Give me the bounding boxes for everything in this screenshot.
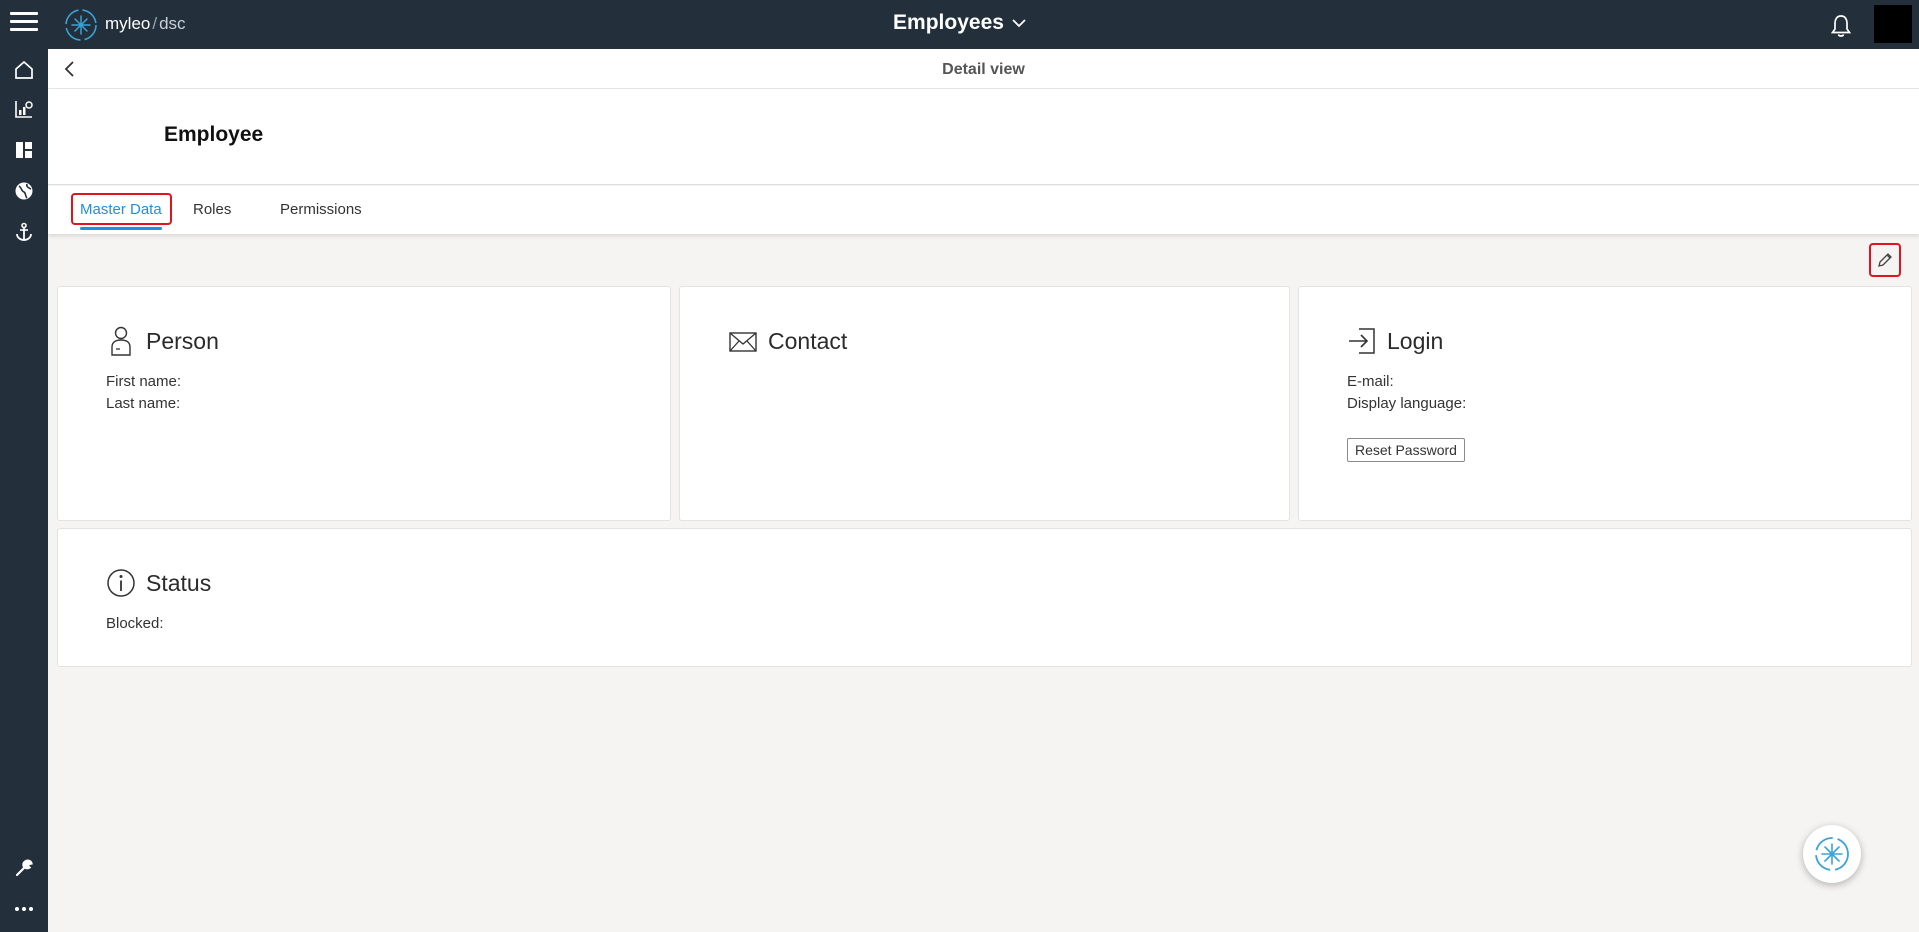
- tab-master-data[interactable]: Master Data: [80, 186, 162, 234]
- status-card: Status Blocked:: [57, 528, 1912, 667]
- nav-settings[interactable]: [0, 848, 48, 888]
- notification-bell-icon[interactable]: [1828, 13, 1854, 39]
- blocked-label: Blocked:: [106, 615, 164, 632]
- left-navigation-rail: [0, 49, 48, 932]
- person-icon: [111, 326, 131, 356]
- module-title-dropdown[interactable]: Employees: [893, 11, 1026, 35]
- display-language-label: Display language:: [1347, 395, 1467, 412]
- wrench-icon: [15, 859, 33, 877]
- card-title: Contact: [768, 327, 848, 354]
- info-icon: [107, 569, 135, 597]
- login-card: Login E-mail: Display language: Reset Pa…: [1298, 286, 1912, 521]
- nav-home[interactable]: [0, 50, 48, 90]
- brand-secondary: dsc: [159, 14, 186, 33]
- dashboard-icon: [16, 142, 32, 158]
- assistant-fab-button[interactable]: [1803, 825, 1861, 883]
- employee-header-panel: Employee: [48, 89, 1919, 185]
- myleo-logo-icon: [65, 9, 97, 41]
- card-title: Status: [146, 569, 212, 596]
- card-title: Login: [1387, 327, 1444, 354]
- contact-card: Contact: [679, 286, 1290, 521]
- analytics-icon: [15, 101, 33, 118]
- chevron-down-icon: [1012, 19, 1026, 28]
- email-label: E-mail:: [1347, 373, 1394, 390]
- nav-dashboard[interactable]: [0, 130, 48, 170]
- brand-separator: /: [152, 14, 158, 33]
- person-card: Person First name: Last name:: [57, 286, 671, 521]
- nav-anchor[interactable]: [0, 212, 48, 252]
- tab-label: Permissions: [280, 201, 362, 218]
- brand-primary: myleo: [105, 14, 151, 33]
- tab-label: Roles: [193, 201, 232, 218]
- brand-name[interactable]: myleo / dsc: [105, 14, 186, 34]
- home-icon: [15, 60, 33, 79]
- nav-more[interactable]: [0, 889, 48, 929]
- tab-bar: Master Data Roles Permissions: [48, 186, 1919, 234]
- module-title: Employees: [893, 11, 1004, 34]
- edit-button[interactable]: [1869, 243, 1901, 277]
- tab-permissions[interactable]: Permissions: [280, 186, 362, 234]
- user-avatar[interactable]: [1874, 5, 1912, 43]
- detail-header: Detail view: [48, 49, 1919, 89]
- myleo-assistant-icon: [1815, 837, 1849, 871]
- hamburger-menu-icon[interactable]: [10, 12, 38, 36]
- login-icon: [1349, 328, 1375, 354]
- tab-label: Master Data: [80, 201, 162, 218]
- nav-analytics[interactable]: [0, 89, 48, 129]
- top-bar: myleo / dsc Employees: [0, 0, 1919, 49]
- first-name-label: First name:: [106, 373, 182, 390]
- globe-icon: [15, 182, 33, 200]
- page-title: Employee: [164, 123, 264, 146]
- pencil-icon: [1878, 253, 1892, 267]
- more-icon: [15, 907, 33, 911]
- tab-roles[interactable]: Roles: [193, 186, 231, 234]
- envelope-icon: [729, 332, 757, 352]
- detail-view-title: Detail view: [942, 61, 1025, 78]
- card-title: Person: [146, 327, 219, 354]
- last-name-label: Last name:: [106, 395, 181, 412]
- reset-password-button[interactable]: Reset Password: [1347, 438, 1465, 462]
- anchor-icon: [16, 222, 32, 241]
- nav-globe[interactable]: [0, 171, 48, 211]
- active-tab-indicator: [80, 227, 162, 230]
